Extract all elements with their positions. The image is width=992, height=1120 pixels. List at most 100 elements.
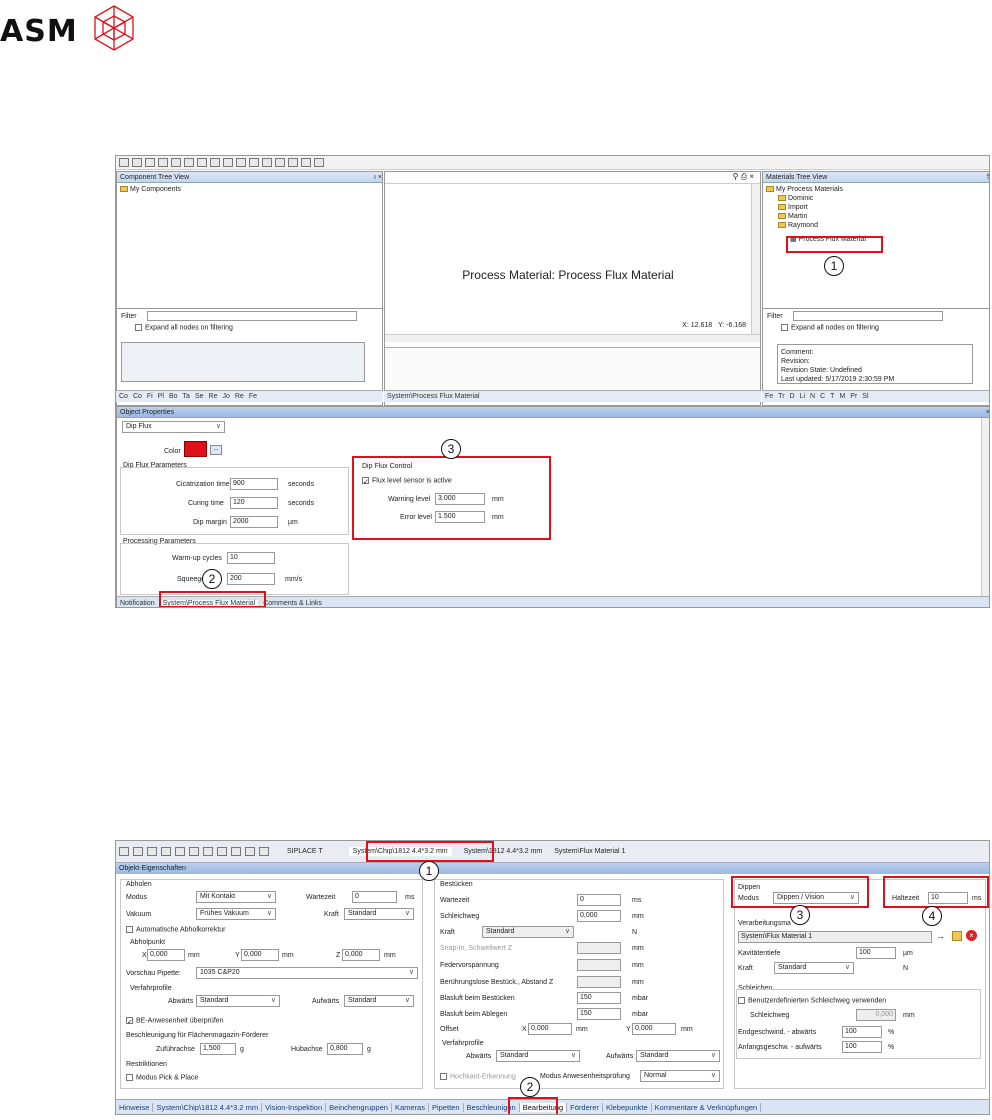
properties-scrollbar[interactable] [981,418,989,596]
tab-hinweise[interactable]: Hinweise [116,1102,154,1112]
tab-re[interactable]: Re [209,393,218,400]
tab-n[interactable]: N [810,393,815,400]
endgeschwind-input[interactable]: 100 [842,1026,882,1038]
color-swatch[interactable] [184,441,207,457]
warmup-input[interactable]: 10 [227,552,275,564]
tab-notification[interactable]: Notification [120,600,155,607]
blasluft-best-input[interactable]: 150 [577,992,621,1004]
pipette-select[interactable]: 1035 C&P20 [196,967,418,979]
kavitaet-input[interactable]: 100 [856,947,896,959]
save-icon[interactable] [145,158,155,167]
open-folder-icon[interactable] [952,931,962,941]
wartezeit-input[interactable]: 0 [352,891,397,903]
zoom-out-icon[interactable] [262,158,272,167]
tab-foerderer[interactable]: Förderer [567,1102,603,1112]
b-schleichweg-input[interactable]: 0,000 [577,910,621,922]
arrow-icon[interactable]: → [936,931,945,941]
kraft-select[interactable]: Standard [344,908,414,920]
toolbar-icon[interactable] [259,847,269,856]
tab-sl[interactable]: Sl [862,393,868,400]
tab-vision[interactable]: Vision-Inspektion [262,1102,327,1112]
b-kraft-select[interactable]: Standard [482,926,574,938]
align-icon[interactable] [236,158,246,167]
toolbar-icon[interactable] [203,847,213,856]
be-checkbox[interactable]: ✓ [126,1017,133,1026]
tab-pl[interactable]: Pl [158,393,164,400]
move-icon[interactable] [275,158,285,167]
toolbar-icon[interactable] [189,847,199,856]
center-tab[interactable]: System\Process Flux Material [387,393,480,400]
new-icon[interactable] [119,158,129,167]
benutzer-checkbox[interactable] [738,997,745,1004]
search-icon[interactable]: ⚲ [733,172,739,181]
tab-kameras[interactable]: Kameras [392,1102,429,1112]
x-input[interactable]: 0,000 [147,949,185,961]
materials-pin-icon[interactable]: † [986,172,989,182]
tab-siplace[interactable]: SIPLACE T [287,848,323,855]
grid-icon[interactable] [197,158,207,167]
pin-close-icon[interactable]: ı × [374,172,382,182]
print-icon[interactable]: ⎙ [741,172,747,181]
tree-root-process-materials[interactable]: My Process Materials [776,186,843,193]
tree-node-raymond[interactable]: Raymond [788,222,818,229]
pin-close-icon[interactable]: × [986,407,989,417]
d-schleichweg-input[interactable]: 0,000 [856,1009,896,1021]
vakuum-select[interactable]: Frühes Vakuum [196,908,276,920]
settings-icon[interactable] [288,158,298,167]
center-hscrollbar[interactable] [385,334,760,342]
toolbar-icon[interactable] [161,847,171,856]
tab-re2[interactable]: Re [235,393,244,400]
center-scrollbar[interactable] [751,184,760,334]
tab-co2[interactable]: Co [133,393,142,400]
tab-flux-material[interactable]: System\Flux Material 1 [554,848,625,855]
tab-m[interactable]: M [839,393,845,400]
print-icon[interactable] [301,158,311,167]
tab-tr[interactable]: Tr [778,393,784,400]
table-icon[interactable] [223,158,233,167]
tab-pipetten[interactable]: Pipetten [429,1102,464,1112]
materials-filter-input[interactable] [792,311,943,321]
toolbar-icon[interactable] [231,847,241,856]
snapin-input[interactable] [577,942,621,954]
delete-icon[interactable]: × [966,930,977,941]
tab-fe[interactable]: Fe [249,393,257,400]
tab-ta[interactable]: Ta [183,393,190,400]
tab-fi[interactable]: Fi [147,393,153,400]
toolbar-icon[interactable] [147,847,157,856]
pick-checkbox[interactable] [126,1074,133,1081]
tab-system-chip-bottom[interactable]: System\Chip\1812 4.4*3.2 mm [153,1102,263,1112]
feder-input[interactable] [577,959,621,971]
tree-node-martin[interactable]: Martin [788,213,807,220]
tab-se[interactable]: Se [195,393,204,400]
check-icon[interactable] [158,158,168,167]
dip-margin-input[interactable]: 2000 [230,516,278,528]
hubachse-input[interactable]: 0,800 [327,1043,363,1055]
help-icon[interactable] [314,158,324,167]
toolbar-icon[interactable] [217,847,227,856]
aufwaerts-select[interactable]: Standard [344,995,414,1007]
tab-beinchen[interactable]: Beinchengruppen [326,1102,392,1112]
undo-icon[interactable] [171,158,181,167]
tree-node-dominic[interactable]: Dominic [788,195,813,202]
tab-bo[interactable]: Bo [169,393,178,400]
zufuehrachse-input[interactable]: 1,500 [200,1043,236,1055]
zoom-in-icon[interactable] [249,158,259,167]
open-icon[interactable] [132,158,142,167]
tab-comments-links[interactable]: Comments & Links [263,600,322,607]
tree-node-import[interactable]: Import [788,204,808,211]
component-filter-input[interactable] [146,311,357,321]
layout-icon[interactable] [210,158,220,167]
tree-root-my-components[interactable]: My Components [130,186,181,193]
tab-pr[interactable]: Pr [850,393,857,400]
tab-t[interactable]: T [830,393,834,400]
tab-jo[interactable]: Jo [222,393,229,400]
blasluft-abl-input[interactable]: 150 [577,1008,621,1020]
b-aufwaerts-select[interactable]: Standard [636,1050,720,1062]
expand-checkbox[interactable] [135,324,142,331]
toolbar-icon[interactable] [133,847,143,856]
expand-checkbox[interactable] [781,324,788,331]
b-abwaerts-select[interactable]: Standard [496,1050,580,1062]
offset-y-input[interactable]: 0,000 [632,1023,676,1035]
beruehrung-input[interactable] [577,976,621,988]
y-input[interactable]: 0,000 [241,949,279,961]
